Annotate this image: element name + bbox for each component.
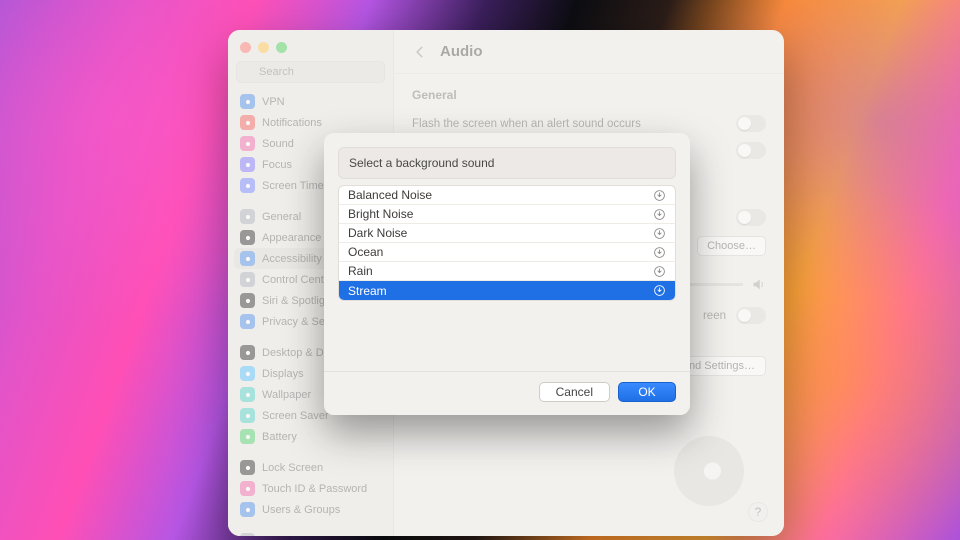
- sound-option-label: Stream: [348, 284, 387, 298]
- sound-option-label: Bright Noise: [348, 207, 413, 221]
- download-icon: [653, 265, 666, 278]
- download-icon: [653, 246, 666, 259]
- sheet-footer: Cancel OK: [324, 371, 690, 415]
- sound-option-rain[interactable]: Rain: [339, 262, 675, 281]
- sound-option-label: Dark Noise: [348, 226, 407, 240]
- download-icon: [653, 189, 666, 202]
- cancel-button[interactable]: Cancel: [539, 382, 610, 402]
- sheet-title-wrap: Select a background sound: [338, 147, 676, 179]
- sound-option-label: Rain: [348, 264, 373, 278]
- sound-option-bright-noise[interactable]: Bright Noise: [339, 205, 675, 224]
- download-icon: [653, 227, 666, 240]
- sound-option-stream[interactable]: Stream: [339, 281, 675, 300]
- sound-option-dark-noise[interactable]: Dark Noise: [339, 224, 675, 243]
- sound-option-ocean[interactable]: Ocean: [339, 243, 675, 262]
- sound-option-label: Ocean: [348, 245, 383, 259]
- download-icon: [653, 208, 666, 221]
- background-sound-sheet: Select a background sound Balanced Noise…: [324, 133, 690, 415]
- sound-option-balanced-noise[interactable]: Balanced Noise: [339, 186, 675, 205]
- ok-button[interactable]: OK: [618, 382, 676, 402]
- sheet-title: Select a background sound: [349, 156, 665, 170]
- sound-option-label: Balanced Noise: [348, 188, 432, 202]
- sound-list: Balanced Noise Bright Noise Dark Noise Ocea…: [338, 185, 676, 301]
- download-icon: [653, 284, 666, 297]
